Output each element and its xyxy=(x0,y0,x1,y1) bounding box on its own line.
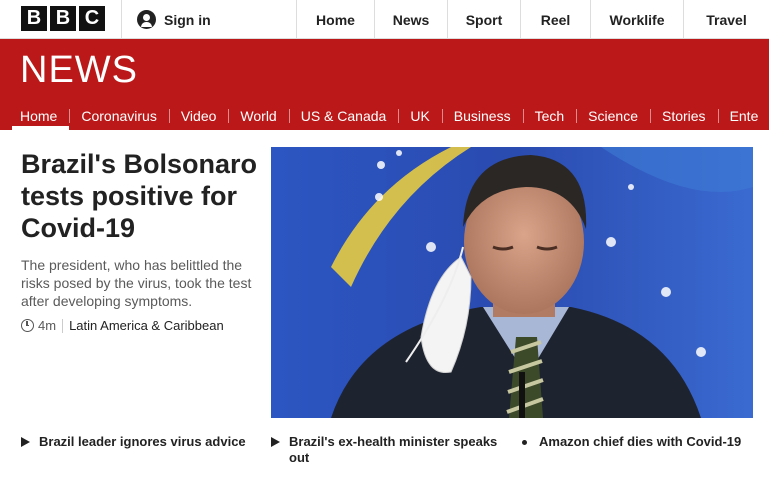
global-nav-news[interactable]: News xyxy=(374,0,447,39)
related-link-text: Brazil leader ignores virus advice xyxy=(39,434,246,449)
news-logo[interactable]: NEWS xyxy=(20,49,138,92)
global-header: B B C Sign in Home News Sport Reel Workl… xyxy=(0,0,769,39)
news-nav-home[interactable]: Home xyxy=(0,101,70,130)
story-headline[interactable]: Brazil's Bolsonaro tests positive for Co… xyxy=(21,148,261,244)
related-link[interactable]: Brazil leader ignores virus advice xyxy=(21,434,261,450)
bullet-icon xyxy=(522,440,527,445)
clock-icon xyxy=(21,319,34,332)
news-nav-tech[interactable]: Tech xyxy=(522,101,577,130)
news-nav-business[interactable]: Business xyxy=(441,101,523,130)
news-nav-coronavirus[interactable]: Coronavirus xyxy=(69,101,168,130)
sign-in-label: Sign in xyxy=(164,11,211,28)
news-header: NEWS Home Coronavirus Video World US & C… xyxy=(0,39,769,130)
global-nav-worklife[interactable]: Worklife xyxy=(590,0,683,39)
story-image[interactable] xyxy=(271,147,753,418)
news-nav-uk[interactable]: UK xyxy=(398,101,441,130)
story-summary: The president, who has belittled the ris… xyxy=(21,257,252,309)
story-photo xyxy=(271,147,753,418)
play-icon xyxy=(21,437,30,447)
related-link-text: Amazon chief dies with Covid-19 xyxy=(539,434,742,449)
logo-letter: C xyxy=(79,6,105,31)
news-nav-science[interactable]: Science xyxy=(576,101,650,130)
user-icon xyxy=(137,10,156,29)
global-nav-travel[interactable]: Travel xyxy=(683,0,769,39)
news-nav-us-canada[interactable]: US & Canada xyxy=(288,101,399,130)
divider xyxy=(121,0,122,39)
related-link-text: Brazil's ex-health minister speaks out xyxy=(289,434,498,465)
global-nav-sport[interactable]: Sport xyxy=(447,0,520,39)
divider xyxy=(62,318,64,333)
related-link[interactable]: Amazon chief dies with Covid-19 xyxy=(520,434,760,450)
news-nav: Home Coronavirus Video World US & Canada… xyxy=(0,101,769,130)
story-meta: 4m Latin America & Caribbean xyxy=(21,318,224,333)
bbc-logo[interactable]: B B C xyxy=(21,6,105,31)
news-nav-video[interactable]: Video xyxy=(168,101,229,130)
related-link[interactable]: Brazil's ex-health minister speaks out xyxy=(271,434,511,466)
news-nav-world[interactable]: World xyxy=(228,101,288,130)
global-nav: Home News Sport Reel Worklife Travel xyxy=(296,0,769,39)
story-section-link[interactable]: Latin America & Caribbean xyxy=(69,318,224,333)
play-icon xyxy=(271,437,280,447)
story-time: 4m xyxy=(38,318,57,333)
logo-letter: B xyxy=(21,6,47,31)
logo-letter: B xyxy=(50,6,76,31)
global-nav-home[interactable]: Home xyxy=(296,0,374,39)
sign-in-button[interactable]: Sign in xyxy=(137,0,211,39)
news-nav-stories[interactable]: Stories xyxy=(649,101,718,130)
global-nav-reel[interactable]: Reel xyxy=(520,0,590,39)
news-nav-entertainment[interactable]: Ente xyxy=(717,101,769,130)
